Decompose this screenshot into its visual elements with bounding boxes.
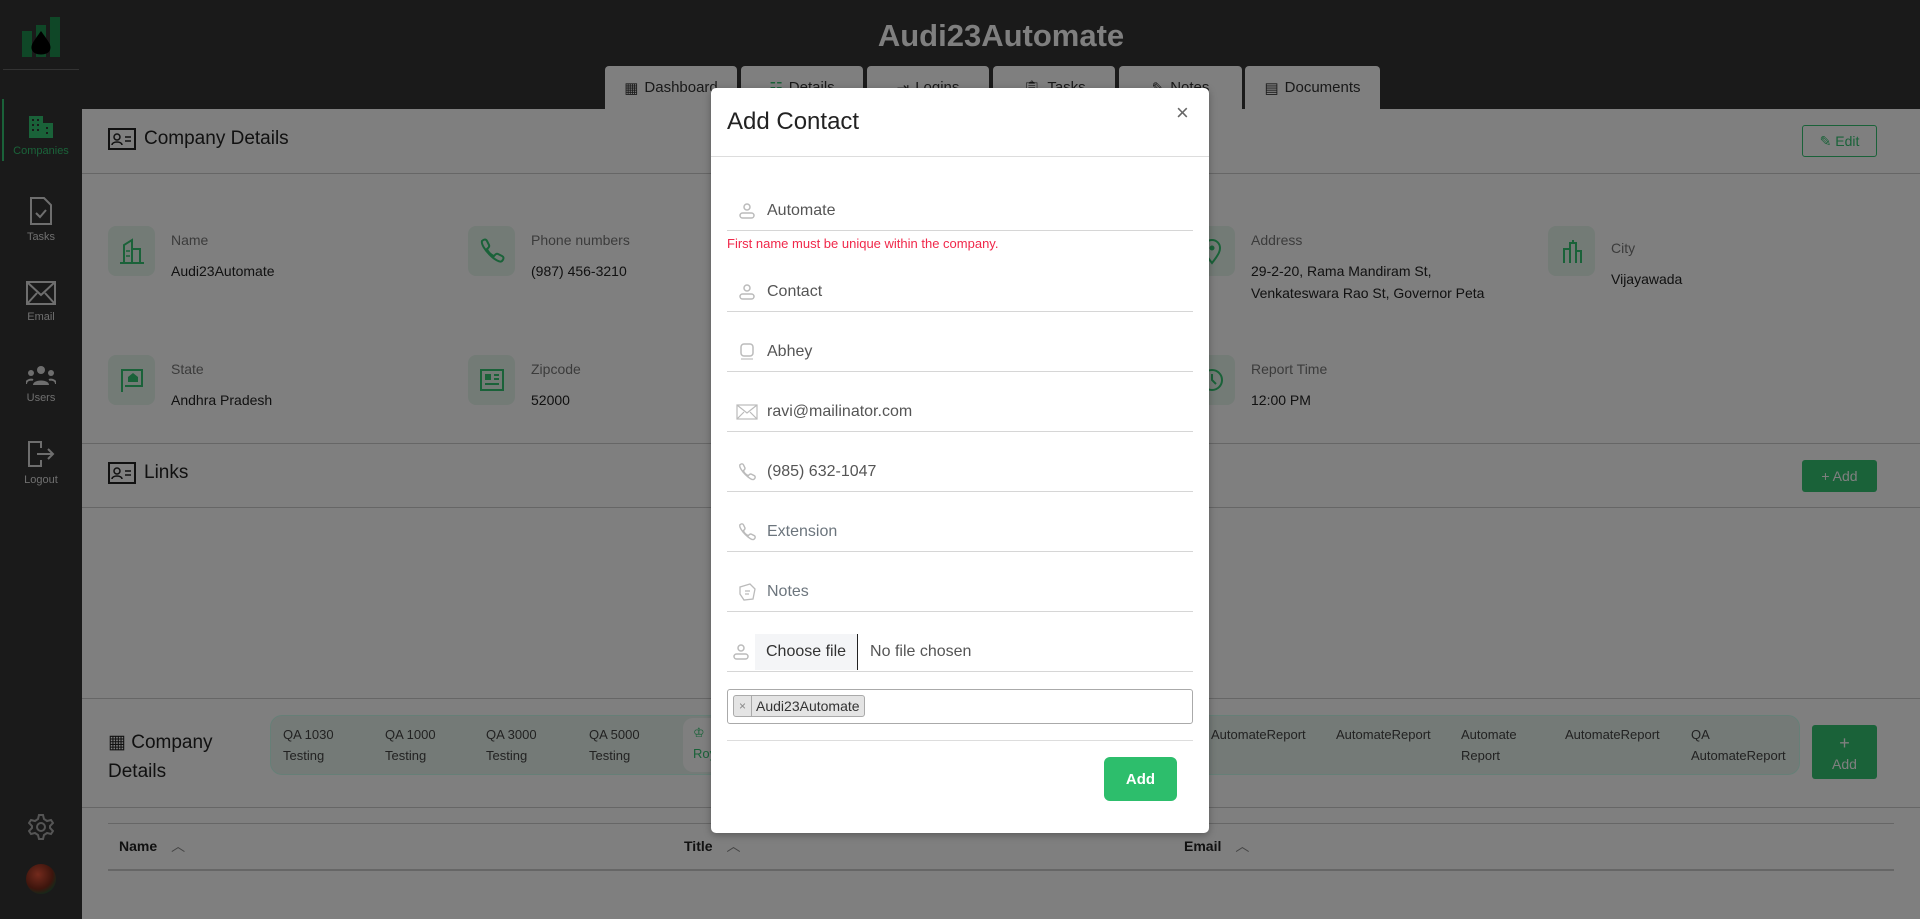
person-icon <box>727 202 767 220</box>
person-icon <box>727 283 767 301</box>
phone-field[interactable]: (985) 632-1047 <box>727 452 1193 492</box>
email-value: ravi@mailinator.com <box>767 402 913 420</box>
phone-icon <box>727 522 767 542</box>
company-multiselect[interactable]: × Audi23Automate <box>727 689 1193 724</box>
title-value: Abhey <box>767 342 813 360</box>
person-icon <box>727 643 755 661</box>
file-status: No file chosen <box>870 642 972 660</box>
envelope-icon <box>727 403 767 420</box>
company-tag: × Audi23Automate <box>733 695 865 717</box>
first-name-error: First name must be unique within the com… <box>727 236 999 251</box>
email-field[interactable]: ravi@mailinator.com <box>727 392 1193 432</box>
last-name-value: Contact <box>767 282 823 300</box>
badge-icon <box>727 342 767 361</box>
title-field[interactable]: Abhey <box>727 332 1193 372</box>
notes-placeholder: Notes <box>767 582 809 600</box>
modal-header-divider <box>711 156 1209 157</box>
first-name-field[interactable]: Automate <box>727 191 1193 231</box>
notes-icon <box>727 582 767 602</box>
last-name-field[interactable]: Contact <box>727 272 1193 312</box>
remove-tag-icon[interactable]: × <box>734 696 753 716</box>
file-upload-field: Choose file No file chosen <box>727 632 1193 672</box>
modal-footer-divider <box>727 740 1193 741</box>
choose-file-button[interactable]: Choose file <box>755 633 859 670</box>
tag-label: Audi23Automate <box>756 698 860 714</box>
add-contact-modal: Add Contact × Automate First name must b… <box>711 88 1209 833</box>
first-name-value: Automate <box>767 201 836 219</box>
close-icon[interactable]: × <box>1176 100 1189 126</box>
extension-field[interactable]: Extension <box>727 512 1193 552</box>
extension-placeholder: Extension <box>767 522 838 540</box>
phone-icon <box>727 462 767 482</box>
notes-field[interactable]: Notes <box>727 572 1193 612</box>
add-submit-button[interactable]: Add <box>1104 757 1177 801</box>
phone-value: (985) 632-1047 <box>767 462 877 480</box>
modal-title: Add Contact <box>727 108 860 135</box>
